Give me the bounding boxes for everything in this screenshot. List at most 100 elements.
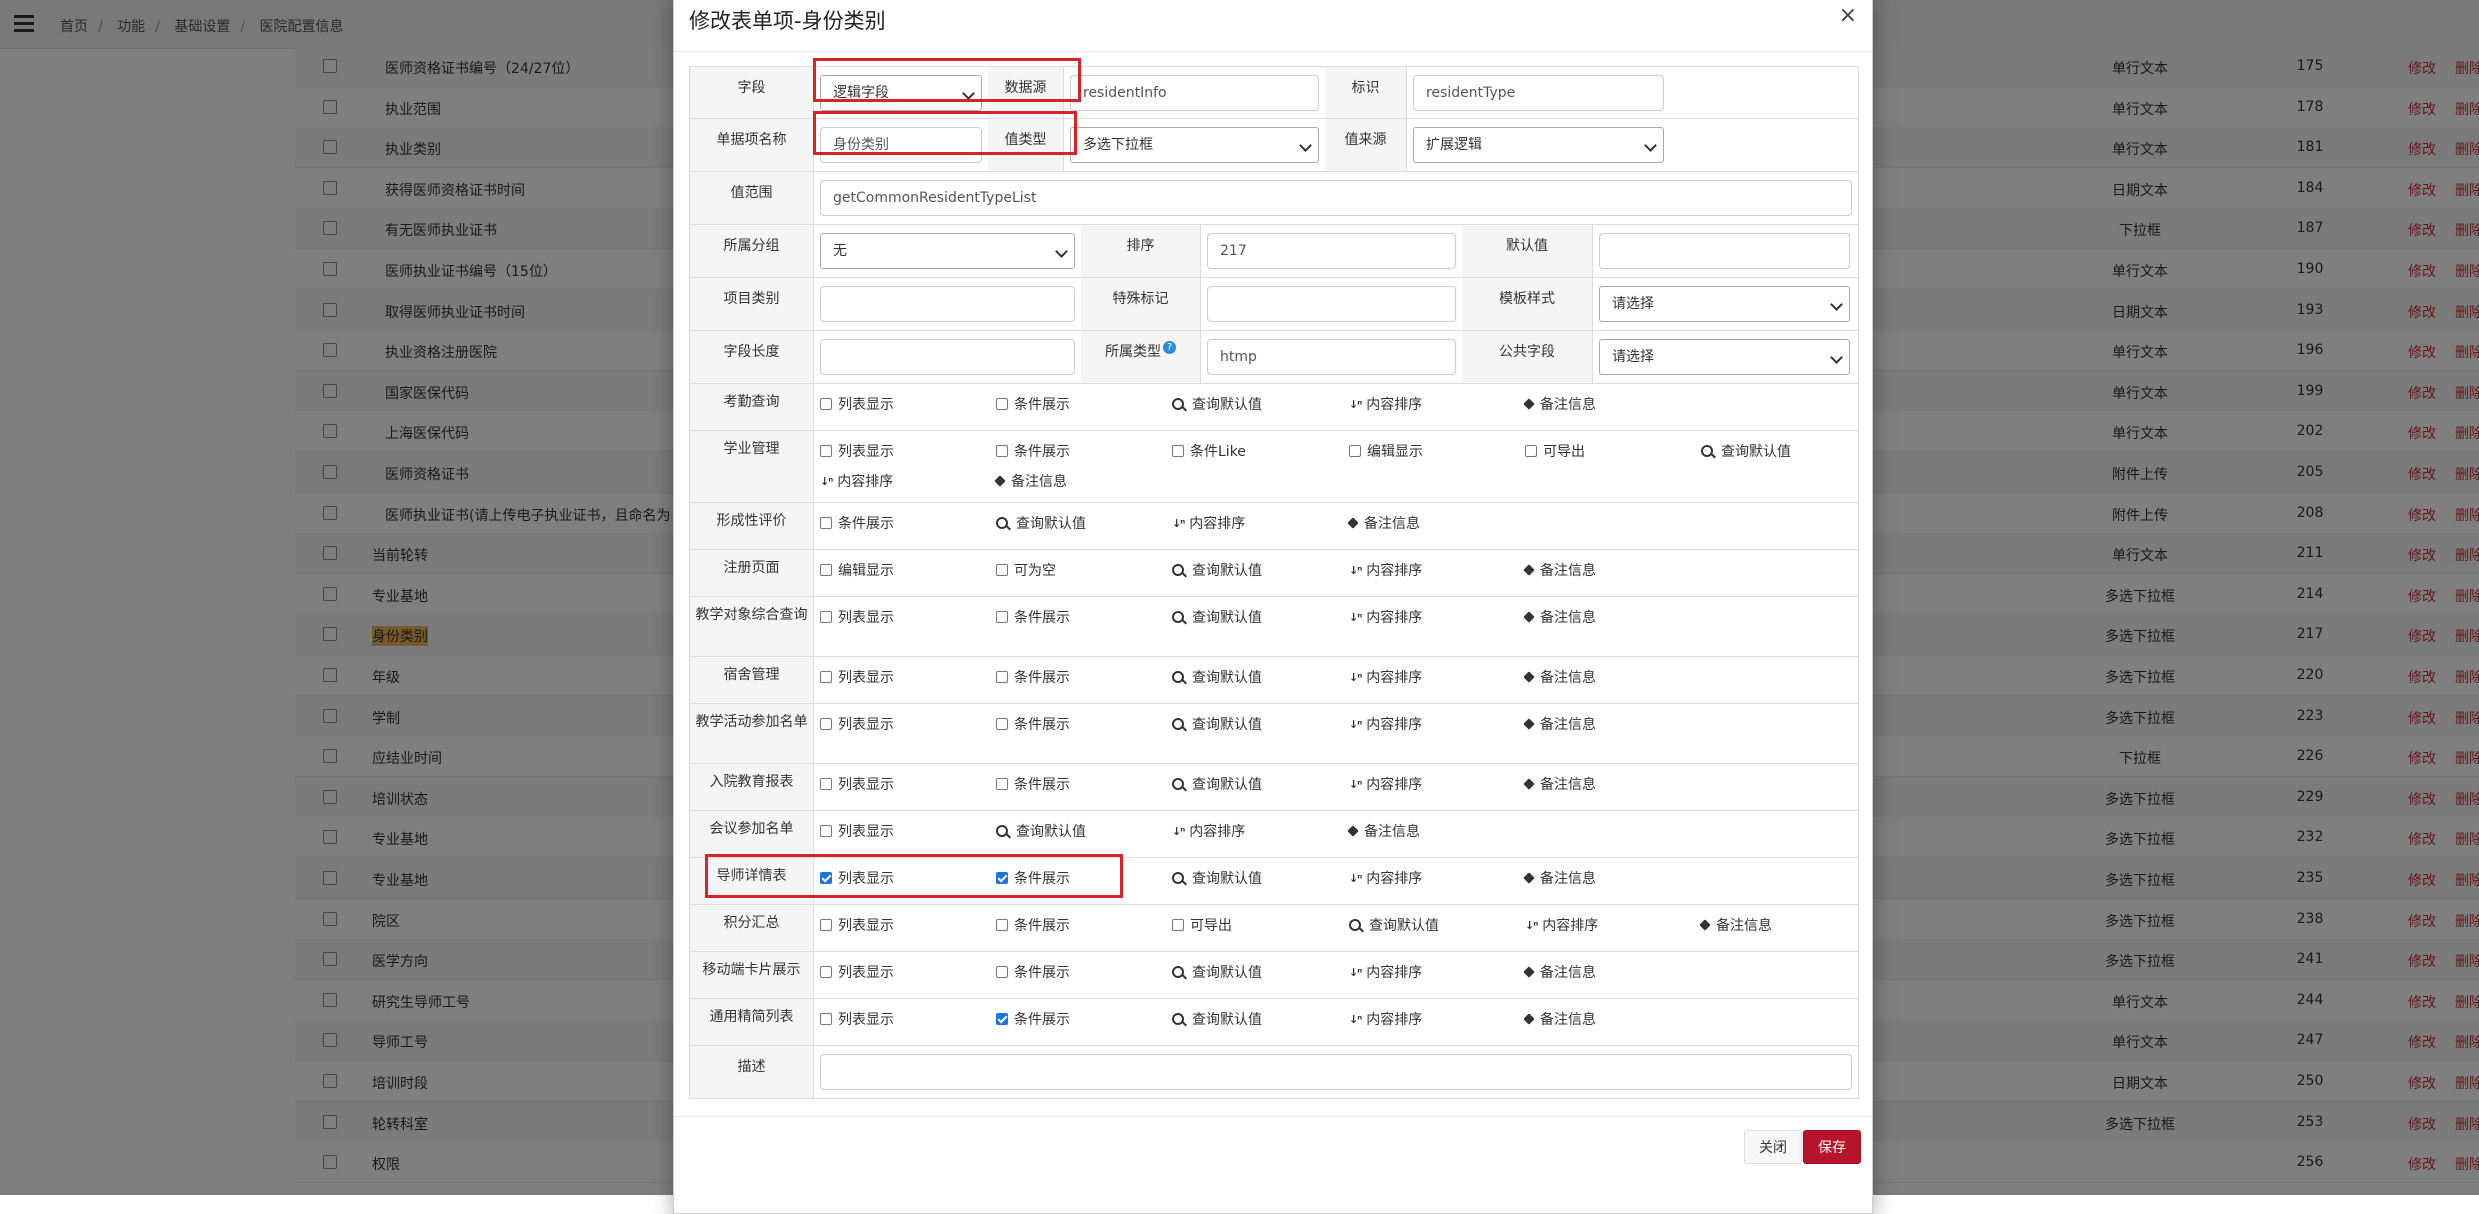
- checkbox[interactable]: [820, 517, 832, 529]
- checkbox[interactable]: [1349, 445, 1361, 457]
- checkbox[interactable]: [996, 872, 1008, 884]
- module-option[interactable]: 列表显示: [820, 441, 894, 461]
- module-option[interactable]: 列表显示: [820, 821, 894, 841]
- checkbox[interactable]: [820, 718, 832, 730]
- checkbox[interactable]: [1172, 445, 1184, 457]
- module-option[interactable]: 备注信息: [1523, 560, 1596, 580]
- module-option[interactable]: 条件展示: [996, 1009, 1070, 1029]
- close-icon[interactable]: ×: [1839, 3, 1857, 28]
- module-option[interactable]: ↓ⁿ 内容排序: [1349, 394, 1422, 414]
- checkbox[interactable]: [820, 966, 832, 978]
- group-select[interactable]: 无: [820, 233, 1075, 269]
- module-option[interactable]: 查询默认值: [1172, 1009, 1262, 1029]
- checkbox[interactable]: [996, 718, 1008, 730]
- module-option[interactable]: 查询默认值: [1172, 868, 1262, 888]
- checkbox[interactable]: [996, 966, 1008, 978]
- module-option[interactable]: 列表显示: [820, 714, 894, 734]
- order-input[interactable]: 217: [1207, 233, 1456, 269]
- module-option[interactable]: 条件展示: [996, 962, 1070, 982]
- module-option[interactable]: 备注信息: [1523, 962, 1596, 982]
- item-category-input[interactable]: [820, 286, 1075, 322]
- module-option[interactable]: 列表显示: [820, 868, 894, 888]
- checkbox[interactable]: [996, 445, 1008, 457]
- module-option[interactable]: ↓ⁿ 内容排序: [1349, 714, 1422, 734]
- module-option[interactable]: 备注信息: [1523, 714, 1596, 734]
- checkbox[interactable]: [996, 398, 1008, 410]
- checkbox[interactable]: [820, 611, 832, 623]
- module-option[interactable]: 备注信息: [1523, 667, 1596, 687]
- module-option[interactable]: 查询默认值: [996, 821, 1086, 841]
- description-input[interactable]: [820, 1054, 1852, 1090]
- module-option[interactable]: 查询默认值: [1172, 560, 1262, 580]
- module-option[interactable]: 查询默认值: [1349, 915, 1439, 935]
- public-field-select[interactable]: 请选择: [1599, 339, 1850, 375]
- field-select[interactable]: 逻辑字段: [820, 75, 982, 111]
- module-option[interactable]: 查询默认值: [1172, 962, 1262, 982]
- checkbox[interactable]: [820, 872, 832, 884]
- module-option[interactable]: ↓ⁿ 内容排序: [1349, 607, 1422, 627]
- checkbox[interactable]: [820, 919, 832, 931]
- module-option[interactable]: 查询默认值: [1172, 774, 1262, 794]
- checkbox[interactable]: [820, 778, 832, 790]
- checkbox[interactable]: [996, 778, 1008, 790]
- module-option[interactable]: 备注信息: [994, 471, 1067, 491]
- module-option[interactable]: 查询默认值: [1172, 607, 1262, 627]
- module-option[interactable]: 备注信息: [1523, 774, 1596, 794]
- module-option[interactable]: 查询默认值: [1172, 667, 1262, 687]
- value-source-select[interactable]: 扩展逻辑: [1413, 127, 1664, 163]
- module-option[interactable]: 可为空: [996, 560, 1056, 580]
- checkbox[interactable]: [820, 445, 832, 457]
- module-option[interactable]: 查询默认值: [996, 513, 1086, 533]
- checkbox[interactable]: [1525, 445, 1537, 457]
- module-option[interactable]: ↓ⁿ 内容排序: [1349, 962, 1422, 982]
- module-option[interactable]: ↓ⁿ 内容排序: [1349, 1009, 1422, 1029]
- datasource-input[interactable]: residentInfo: [1070, 75, 1319, 111]
- module-option[interactable]: 列表显示: [820, 962, 894, 982]
- module-option[interactable]: 条件Like: [1172, 441, 1246, 461]
- module-option[interactable]: 列表显示: [820, 667, 894, 687]
- module-option[interactable]: 条件展示: [996, 607, 1070, 627]
- module-option[interactable]: 条件展示: [996, 667, 1070, 687]
- module-option[interactable]: 备注信息: [1347, 513, 1420, 533]
- module-option[interactable]: 备注信息: [1523, 607, 1596, 627]
- identifier-input[interactable]: residentType: [1413, 75, 1664, 111]
- module-option[interactable]: ↓ⁿ 内容排序: [1349, 774, 1422, 794]
- module-option[interactable]: 条件展示: [996, 868, 1070, 888]
- module-option[interactable]: 备注信息: [1523, 1009, 1596, 1029]
- special-mark-input[interactable]: [1207, 286, 1456, 322]
- module-option[interactable]: 列表显示: [820, 915, 894, 935]
- module-option[interactable]: 可导出: [1172, 915, 1232, 935]
- module-option[interactable]: 备注信息: [1347, 821, 1420, 841]
- checkbox[interactable]: [820, 398, 832, 410]
- module-option[interactable]: 编辑显示: [1349, 441, 1423, 461]
- module-option[interactable]: 条件展示: [996, 394, 1070, 414]
- module-option[interactable]: ↓ⁿ 内容排序: [1172, 513, 1245, 533]
- template-style-select[interactable]: 请选择: [1599, 286, 1850, 322]
- module-option[interactable]: 编辑显示: [820, 560, 894, 580]
- belong-type-input[interactable]: htmp: [1207, 339, 1456, 375]
- field-length-input[interactable]: [820, 339, 1075, 375]
- checkbox[interactable]: [820, 564, 832, 576]
- checkbox[interactable]: [996, 1013, 1008, 1025]
- help-icon[interactable]: ?: [1163, 341, 1176, 354]
- module-option[interactable]: 列表显示: [820, 607, 894, 627]
- module-option[interactable]: 备注信息: [1699, 915, 1772, 935]
- checkbox[interactable]: [820, 1013, 832, 1025]
- module-option[interactable]: 备注信息: [1523, 394, 1596, 414]
- checkbox[interactable]: [996, 564, 1008, 576]
- module-option[interactable]: 列表显示: [820, 774, 894, 794]
- item-name-input[interactable]: 身份类别: [820, 127, 982, 163]
- module-option[interactable]: 条件展示: [820, 513, 894, 533]
- module-option[interactable]: ↓ⁿ 内容排序: [1349, 560, 1422, 580]
- checkbox[interactable]: [996, 611, 1008, 623]
- module-option[interactable]: ↓ⁿ 内容排序: [820, 471, 893, 491]
- module-option[interactable]: 条件展示: [996, 774, 1070, 794]
- module-option[interactable]: 列表显示: [820, 1009, 894, 1029]
- module-option[interactable]: 条件展示: [996, 714, 1070, 734]
- checkbox[interactable]: [820, 825, 832, 837]
- module-option[interactable]: 查询默认值: [1701, 441, 1791, 461]
- module-option[interactable]: ↓ⁿ 内容排序: [1349, 667, 1422, 687]
- module-option[interactable]: 备注信息: [1523, 868, 1596, 888]
- value-type-select[interactable]: 多选下拉框: [1070, 127, 1319, 163]
- save-button[interactable]: 保存: [1803, 1130, 1861, 1164]
